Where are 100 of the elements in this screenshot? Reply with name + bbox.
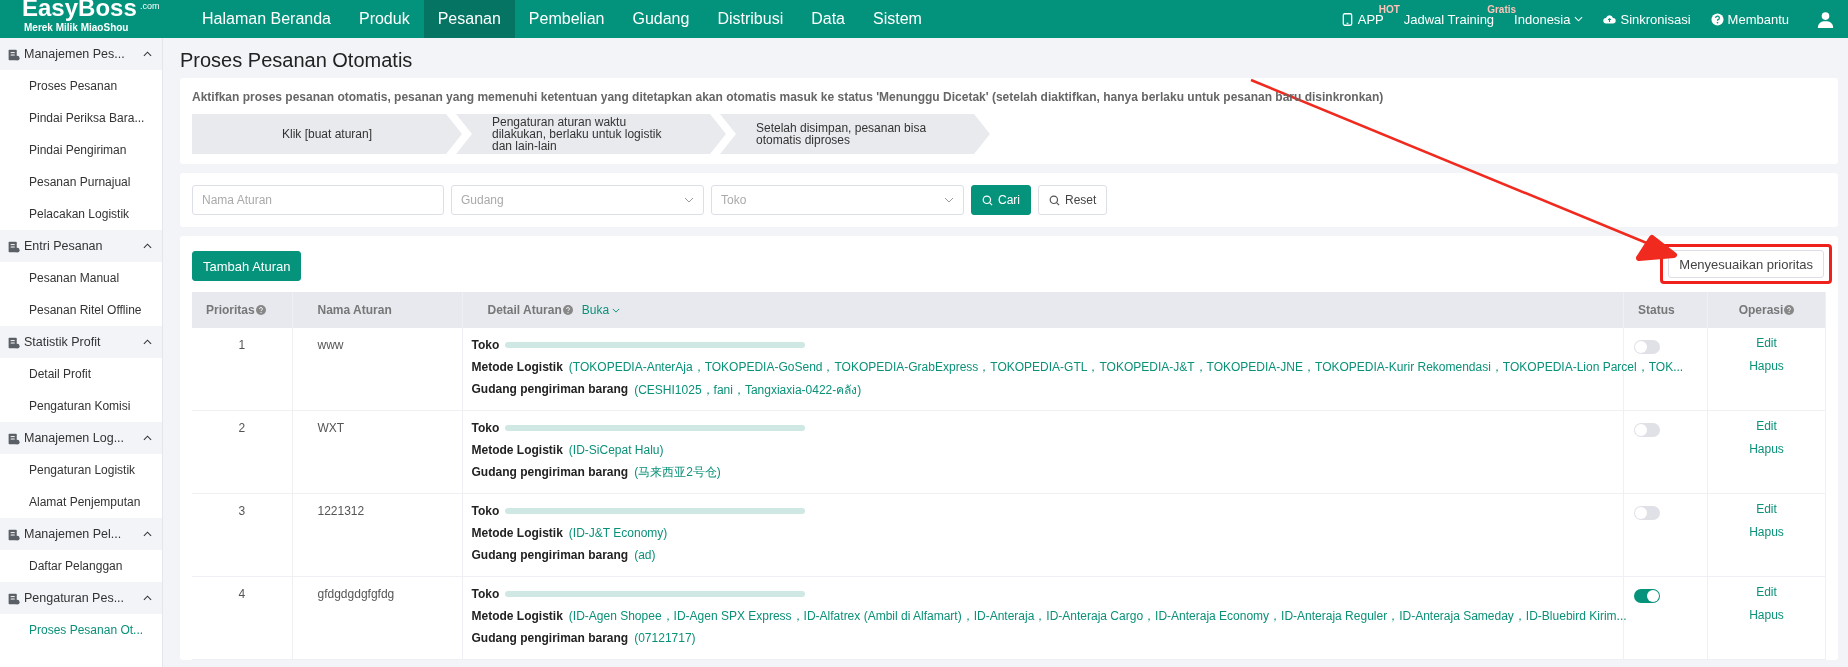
badge-label: HOT — [1378, 3, 1400, 15]
detail-label: Metode Logistik — [471, 526, 563, 540]
sidebar-group[interactable]: Statistik Profit — [0, 326, 162, 358]
delete-link[interactable]: Hapus — [1749, 525, 1784, 539]
detail-value: (ad) — [634, 548, 656, 562]
chevron-down-icon — [944, 197, 954, 203]
detail-label: Toko — [471, 504, 500, 518]
nav-tab[interactable]: Halaman Beranda — [188, 0, 345, 38]
detail-label: Toko — [471, 587, 500, 601]
logo-suffix: .com — [140, 1, 160, 11]
status-toggle[interactable] — [1634, 589, 1660, 603]
detail-value: (TOKOPEDIA-AnterAja，TOKOPEDIA-GoSend，TOKOPEDIA-GrabExpress，TOKOPEDIA-GTL，TOKOPEDIA-J&T，TOKOPEDIA-JNE，TOKOPEDIA-Kurir Rekomendasi，TOKOPEDIA-Lion Parcel，TOK... — [568, 358, 1684, 376]
delete-link[interactable]: Hapus — [1749, 442, 1784, 456]
sidebar-item[interactable]: Pesanan Manual — [0, 262, 162, 294]
sidebar-group[interactable]: Pengaturan Pes... — [0, 582, 162, 614]
detail-label: Toko — [471, 338, 500, 352]
detail-label: Gudang pengiriman barang — [471, 548, 629, 562]
nav-tab[interactable]: Distribusi — [703, 0, 798, 38]
edit-link[interactable]: Edit — [1756, 419, 1777, 433]
nav-tab[interactable]: Pesanan — [423, 0, 515, 38]
phone-icon — [1340, 12, 1354, 26]
sidebar-item[interactable]: Proses Pesanan Ot... — [0, 614, 162, 646]
sidebar-item[interactable]: Pengaturan Komisi — [0, 390, 162, 422]
detail-value: (ID-J&T Economy) — [568, 526, 668, 540]
sidebar-item[interactable]: Pengaturan Logistik — [0, 454, 162, 486]
sidebar-item[interactable]: Pelacakan Logistik — [0, 198, 162, 230]
nav-tab[interactable]: Data — [797, 0, 859, 38]
edit-link[interactable]: Edit — [1756, 585, 1777, 599]
logo-tagline: Merek Milik MiaoShou — [24, 22, 129, 33]
detail-value: (07121717) — [634, 631, 696, 645]
rule-name: WXT — [317, 421, 345, 435]
edit-link[interactable]: Edit — [1756, 502, 1777, 516]
header-label: Prioritas — [206, 303, 255, 317]
header-label: Detail Aturan — [487, 303, 562, 317]
menu-icon — [7, 335, 20, 349]
menu-icon — [7, 431, 20, 445]
search-button[interactable]: Cari — [971, 185, 1031, 215]
sidebar-item[interactable]: Alamat Penjemputan — [0, 486, 162, 518]
sidebar-item[interactable]: Pindai Periksa Bara... — [0, 102, 162, 134]
sidebar-item[interactable]: Pindai Pengiriman — [0, 134, 162, 166]
chevron-down-icon — [1574, 16, 1584, 22]
detail-label: Gudang pengiriman barang — [471, 382, 629, 396]
nav-tab[interactable]: Sistem — [859, 0, 936, 38]
detail-value: (ID-SiCepat Halu) — [568, 443, 664, 457]
status-toggle[interactable] — [1634, 506, 1660, 520]
select-field[interactable]: Gudang — [451, 185, 704, 215]
edit-link[interactable]: Edit — [1756, 336, 1777, 350]
menu-icon — [7, 47, 20, 61]
sidebar-item[interactable]: Pesanan Purnajual — [0, 166, 162, 198]
logo-text: EasyBoss — [22, 0, 137, 20]
adjust-priority-button[interactable]: Menyesuaikan prioritas — [1668, 250, 1824, 278]
badge-label: Gratis — [1487, 3, 1517, 15]
reset-button[interactable]: Reset — [1038, 185, 1108, 215]
add-rule-button[interactable]: Tambah Aturan — [192, 251, 302, 281]
sidebar-group[interactable]: Entri Pesanan — [0, 230, 162, 262]
status-toggle[interactable] — [1634, 423, 1660, 437]
search-icon — [982, 194, 993, 206]
menu-icon — [7, 527, 20, 541]
header-label: Nama Aturan — [317, 303, 392, 317]
priority-number: 4 — [238, 587, 246, 601]
rule-name: www — [317, 338, 344, 352]
sidebar-item[interactable]: Daftar Pelanggan — [0, 550, 162, 582]
sidebar-group[interactable]: Manajemen Pes... — [0, 38, 162, 70]
priority-number: 1 — [238, 338, 246, 352]
detail-value: (ID-Agen Shopee，ID-Agen SPX Express，ID-Alfatrex (Ambil di Alfamart)，ID-Anteraja，ID-Anteraja Cargo，ID-Anteraja Economy，ID-Anteraja Reguler，ID-Anteraja Sameday，ID-Bluebird Kirim... — [568, 607, 1627, 625]
status-toggle[interactable] — [1634, 340, 1660, 354]
search-icon — [1049, 194, 1060, 206]
top-link[interactable]: Membantu — [1727, 11, 1789, 27]
select-field[interactable]: Toko — [711, 185, 964, 215]
sidebar-group[interactable]: Manajemen Pel... — [0, 518, 162, 550]
nav-tab[interactable]: Pembelian — [514, 0, 619, 38]
chevron-down-icon — [684, 197, 694, 203]
user-icon[interactable] — [1817, 10, 1834, 28]
delete-link[interactable]: Hapus — [1749, 359, 1784, 373]
detail-label: Metode Logistik — [471, 443, 563, 457]
chevron-down-icon — [612, 307, 621, 313]
nav-tab[interactable]: Produk — [344, 0, 424, 38]
sidebar-item[interactable]: Pesanan Ritel Offline — [0, 294, 162, 326]
input-field[interactable]: Nama Aturan — [192, 185, 444, 215]
top-link[interactable]: Sinkronisasi — [1620, 11, 1691, 27]
delete-link[interactable]: Hapus — [1749, 608, 1784, 622]
detail-value: (马来西亚2号仓) — [634, 463, 721, 481]
nav-tab[interactable]: Gudang — [618, 0, 704, 38]
detail-label: Toko — [471, 421, 500, 435]
menu-icon — [7, 239, 20, 253]
page-title: Proses Pesanan Otomatis — [180, 48, 414, 73]
priority-number: 3 — [238, 504, 246, 518]
priority-number: 2 — [238, 421, 246, 435]
sidebar-group[interactable]: Manajemen Log... — [0, 422, 162, 454]
rule-name: gfdgdgdgfgfdg — [317, 587, 395, 601]
header-label: Operasi — [1738, 303, 1784, 317]
sidebar-item[interactable]: Detail Profit — [0, 358, 162, 390]
cloud-upload-icon — [1603, 12, 1617, 26]
sidebar-item[interactable]: Proses Pesanan — [0, 70, 162, 102]
detail-label: Metode Logistik — [471, 609, 563, 623]
rule-name: 1221312 — [317, 504, 365, 518]
detail-label: Gudang pengiriman barang — [471, 631, 629, 645]
detail-label: Gudang pengiriman barang — [471, 465, 629, 479]
expand-link[interactable]: Buka — [581, 303, 610, 317]
detail-value: (CESHI1025，fani，Tangxiaxia-0422-คลัง) — [634, 381, 862, 399]
